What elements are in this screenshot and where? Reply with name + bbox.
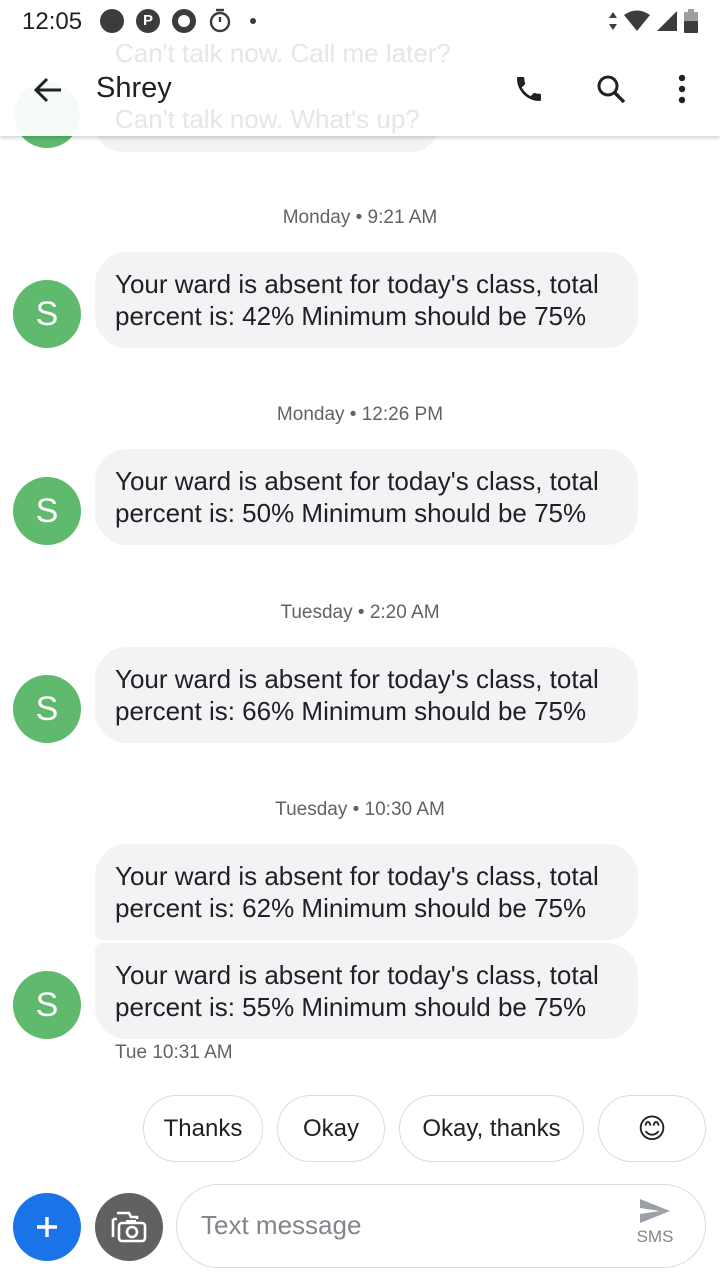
back-arrow-icon bbox=[33, 77, 61, 103]
avatar[interactable]: S bbox=[13, 280, 81, 348]
battery-icon bbox=[684, 9, 698, 33]
camera-gallery-icon bbox=[111, 1211, 147, 1243]
signal-icon bbox=[657, 11, 677, 31]
phone-icon bbox=[517, 77, 541, 101]
smart-reply-chip[interactable]: Okay bbox=[277, 1095, 385, 1162]
more-options-button[interactable] bbox=[662, 64, 702, 114]
avatar[interactable]: S bbox=[13, 971, 81, 1039]
ghost-text-behind: Can't talk now. What's up? bbox=[115, 104, 420, 134]
pinterest-icon: P bbox=[136, 9, 160, 33]
message-timestamp: Monday • 9:21 AM bbox=[282, 207, 438, 228]
more-vert-icon bbox=[678, 74, 686, 104]
camera-gallery-button[interactable] bbox=[95, 1193, 163, 1261]
plus-icon bbox=[37, 1217, 57, 1237]
conversation-title: Shrey bbox=[96, 72, 172, 104]
status-bar: 12:05 P bbox=[0, 0, 720, 44]
smart-reply-chip[interactable]: Okay, thanks bbox=[399, 1095, 584, 1162]
compose-field[interactable]: SMS bbox=[176, 1184, 706, 1268]
message-bubble[interactable]: Your ward is absent for today's class, t… bbox=[95, 647, 638, 743]
notification-icons: P bbox=[100, 8, 256, 34]
call-button[interactable] bbox=[504, 64, 554, 114]
timer-icon bbox=[209, 8, 231, 33]
notification-dot-icon bbox=[100, 9, 124, 33]
send-sms-label: SMS bbox=[636, 1227, 674, 1246]
search-icon bbox=[597, 75, 626, 104]
system-icons bbox=[608, 8, 698, 34]
more-notifications-dot-icon bbox=[250, 18, 256, 24]
avatar[interactable]: S bbox=[13, 477, 81, 545]
message-input[interactable] bbox=[201, 1185, 601, 1265]
search-button[interactable] bbox=[586, 64, 636, 114]
status-time: 12:05 bbox=[22, 8, 83, 35]
ring-icon bbox=[172, 9, 196, 33]
avatar[interactable]: S bbox=[13, 675, 81, 743]
smart-reply-emoji-chip[interactable]: 😊 bbox=[598, 1095, 706, 1162]
message-bubble[interactable]: Your ward is absent for today's class, t… bbox=[95, 252, 638, 348]
send-icon bbox=[640, 1199, 670, 1223]
message-timestamp: Tuesday • 10:30 AM bbox=[275, 799, 445, 820]
smart-reply-chip[interactable]: Thanks bbox=[143, 1095, 263, 1162]
message-bubble[interactable]: Your ward is absent for today's class, t… bbox=[95, 844, 638, 940]
back-button[interactable] bbox=[22, 66, 74, 114]
app-bar: Can't talk now. Call me later? Can't tal… bbox=[0, 38, 720, 136]
send-sms-button[interactable]: SMS bbox=[627, 1197, 683, 1257]
add-attachment-button[interactable] bbox=[13, 1193, 81, 1261]
message-timestamp: Tuesday • 2:20 AM bbox=[280, 602, 440, 623]
wifi-icon bbox=[624, 10, 650, 31]
message-bubble[interactable]: Your ward is absent for today's class, t… bbox=[95, 449, 638, 545]
message-sent-time: Tue 10:31 AM bbox=[115, 1042, 233, 1063]
message-timestamp: Monday • 12:26 PM bbox=[276, 404, 444, 425]
message-bubble[interactable]: Your ward is absent for today's class, t… bbox=[95, 943, 638, 1039]
data-arrows-icon bbox=[609, 12, 617, 30]
